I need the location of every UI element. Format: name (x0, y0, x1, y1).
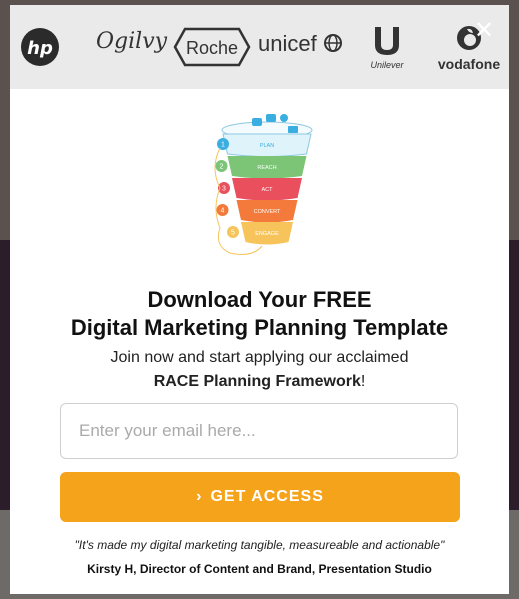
roche-logo: Roche (173, 27, 251, 67)
testimonial-quote: "It's made my digital marketing tangible… (74, 538, 445, 552)
funnel-step-number-1: 1 (221, 142, 225, 149)
funnel-step-number-3: 3 (222, 186, 226, 193)
headline-line-1: Download Your FREE (147, 287, 372, 312)
social-dot-icon (280, 114, 288, 122)
unilever-u-icon (375, 27, 399, 55)
signup-modal: hp Ogilvy Roche unicef Unilever vodafone… (10, 5, 509, 594)
svg-text:Roche: Roche (186, 38, 238, 58)
close-button[interactable]: ✕ (473, 18, 495, 42)
unilever-wordmark: Unilever (370, 60, 404, 70)
vodafone-wordmark: vodafone (437, 56, 501, 72)
funnel-label-act: ACT (262, 187, 274, 193)
ogilvy-logo: Ogilvy (96, 29, 168, 54)
email-input[interactable] (60, 403, 458, 459)
client-logo-strip: hp Ogilvy Roche unicef Unilever vodafone… (10, 5, 509, 89)
get-access-label: GET ACCESS (210, 488, 324, 505)
headline-line-2: Digital Marketing Planning Template (70, 315, 449, 340)
race-framework-text: RACE Planning Framework (153, 373, 361, 390)
funnel-label-plan: PLAN (260, 143, 274, 149)
testimonial-author: Kirsty H, Director of Content and Brand,… (87, 562, 432, 576)
hp-logo: hp (21, 28, 59, 66)
subheading: Join now and start applying our acclaime… (10, 346, 509, 394)
funnel-label-engage: ENGAGE (255, 231, 279, 237)
chevron-right-icon: › (196, 488, 203, 505)
subheading-suffix: ! (360, 373, 366, 390)
funnel-label-reach: REACH (257, 165, 276, 171)
mail-icon (288, 126, 298, 133)
unicef-wordmark: unicef (258, 31, 317, 56)
unilever-logo: Unilever (362, 25, 412, 70)
funnel-label-convert: CONVERT (254, 209, 281, 215)
chat-bubble-icon (252, 118, 262, 126)
subheading-line-2: RACE Planning Framework! (10, 370, 509, 394)
unicef-globe-icon (323, 34, 342, 52)
unicef-logo: unicef (258, 31, 343, 57)
envelope-icon (266, 114, 276, 122)
funnel-step-number-2: 2 (220, 164, 224, 171)
subheading-line-1: Join now and start applying our acclaime… (110, 349, 409, 366)
svg-text:hp: hp (27, 38, 53, 59)
funnel-step-number-4: 4 (221, 208, 225, 215)
headline: Download Your FREE Digital Marketing Pla… (10, 286, 509, 342)
race-funnel-illustration: PLAN 1 REACH 2 ACT 3 CONVERT 4 ENGAGE 5 (214, 114, 313, 255)
get-access-button[interactable]: › GET ACCESS (60, 472, 460, 522)
funnel-step-number-5: 5 (231, 230, 235, 237)
